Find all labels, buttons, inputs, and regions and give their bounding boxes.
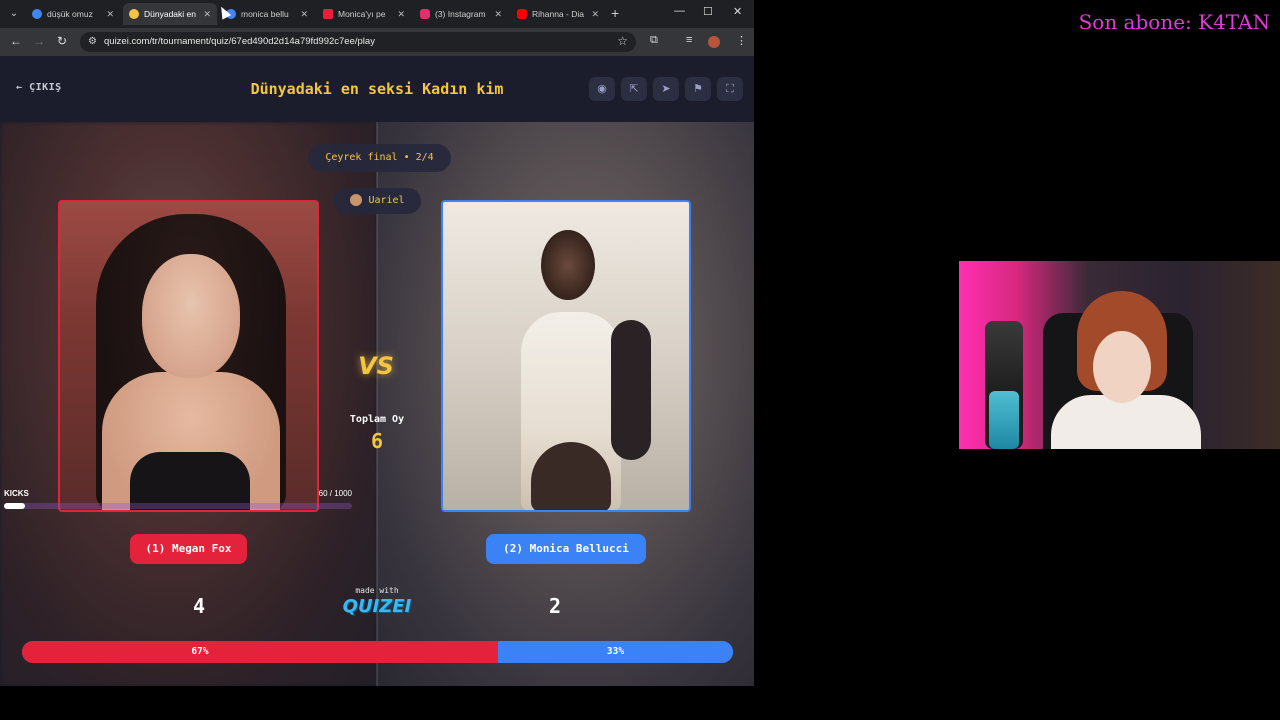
site-info-icon[interactable]: ⚙ [88, 36, 97, 47]
photo-face [142, 254, 240, 378]
streamer-face [1093, 331, 1151, 403]
back-icon[interactable]: ← [10, 34, 22, 48]
quiz-page: ← ÇIKIŞ Dünyadaki en seksi Kadın kim ◉ ⇱… [0, 56, 754, 686]
total-votes-value: 6 [370, 429, 384, 453]
tab-label: monica bellu [241, 9, 289, 19]
extensions-icon[interactable]: ⧉ [650, 34, 658, 47]
menu-icon[interactable]: ⋮ [736, 34, 747, 47]
browser-window: ⌄ düşük omuz ✕ Dünyadaki en ✕ monica bel… [0, 0, 754, 686]
mic-glow [989, 391, 1019, 449]
tab-close-icon[interactable]: ✕ [397, 9, 405, 20]
tab-label: Monica'yı pe [338, 9, 386, 19]
bookmark-star-icon[interactable]: ☆ [617, 34, 628, 48]
new-tab-icon[interactable]: + [611, 5, 619, 21]
tab-2-active[interactable]: Dünyadaki en ✕ [123, 3, 217, 25]
tab-4[interactable]: Monica'yı pe ✕ [317, 3, 411, 25]
result-percent-right: 33% [606, 646, 625, 657]
tab-3[interactable]: monica bellu ✕ [220, 3, 314, 25]
tab-label: Rihanna - Dia [532, 9, 584, 19]
contestant-name-left[interactable]: (1) Megan Fox [130, 534, 247, 564]
minimize-icon[interactable]: — [674, 5, 685, 17]
photo-bag [531, 442, 611, 510]
google-favicon-icon [32, 9, 42, 19]
webcam-feed [959, 261, 1280, 449]
kicks-progress-track [4, 503, 352, 509]
tab-close-icon[interactable]: ✕ [106, 9, 114, 20]
kicks-progress-fill [4, 503, 25, 509]
made-with-label: made with [355, 586, 399, 595]
user-badge: Uariel [334, 188, 421, 214]
kicks-count: 60 / 1000 [318, 489, 352, 498]
forward-icon[interactable]: → [33, 34, 45, 48]
user-name: Uariel [368, 195, 405, 206]
tab-label: (3) Instagram [435, 9, 486, 19]
profile-avatar[interactable] [708, 36, 720, 48]
latest-subscriber-text: Son abone: K4TAN [1078, 10, 1270, 34]
vs-lightning-icon: VS [358, 352, 394, 380]
vote-count-left: 4 [192, 594, 206, 618]
contestant-photo-right [443, 202, 689, 510]
tab-search-icon[interactable]: ⌄ [6, 6, 22, 22]
kicks-label: KICKS [4, 489, 29, 498]
person-body [1051, 395, 1201, 449]
user-avatar [350, 194, 363, 206]
youtube-favicon-icon [517, 9, 527, 19]
result-bar: 67% 33% [22, 641, 733, 663]
round-badge: Çeyrek final • 2/4 [308, 144, 451, 172]
photo-head [541, 230, 595, 300]
quiz-header: ← ÇIKIŞ Dünyadaki en seksi Kadın kim ◉ ⇱… [0, 56, 754, 122]
tab-label: düşük omuz [47, 9, 93, 19]
contestant-name-right[interactable]: (2) Monica Bellucci [486, 534, 646, 564]
contestant-photo-left [60, 202, 317, 510]
flag-icon[interactable]: ⚑ [685, 77, 711, 101]
tab-close-icon[interactable]: ✕ [300, 9, 308, 20]
contestant-card-right[interactable] [441, 200, 691, 512]
total-votes-label: Toplam Oy [349, 414, 405, 425]
reload-icon[interactable]: ↻ [57, 34, 67, 48]
share-icon[interactable]: ⇱ [621, 77, 647, 101]
tab-close-icon[interactable]: ✕ [494, 9, 502, 20]
instagram-favicon-icon [420, 9, 430, 19]
vote-count-right: 2 [548, 594, 562, 618]
quizei-favicon-icon [129, 9, 139, 19]
tab-close-icon[interactable]: ✕ [203, 9, 211, 20]
site-favicon-icon [323, 9, 333, 19]
quizei-logo[interactable]: QUIZEI [340, 596, 414, 617]
eye-icon[interactable]: ◉ [589, 77, 615, 101]
toolbar: ← → ↻ ⚙ quizei.com/tr/tournament/quiz/67… [0, 28, 754, 56]
result-percent-left: 67% [191, 646, 209, 657]
media-icon[interactable]: ≡ [686, 34, 692, 46]
photo-arm [611, 320, 651, 460]
fullscreen-icon[interactable]: ⛶ [717, 77, 743, 101]
tab-1[interactable]: düşük omuz ✕ [26, 3, 120, 25]
maximize-icon[interactable]: ☐ [703, 5, 713, 18]
address-bar[interactable]: ⚙ quizei.com/tr/tournament/quiz/67ed490d… [80, 32, 636, 52]
tab-label: Dünyadaki en [144, 9, 196, 19]
contestant-card-left[interactable] [58, 200, 319, 512]
tab-bar: ⌄ düşük omuz ✕ Dünyadaki en ✕ monica bel… [0, 0, 754, 28]
close-window-icon[interactable]: ✕ [733, 5, 742, 18]
url-text: quizei.com/tr/tournament/quiz/67ed490d2d… [104, 36, 375, 47]
tab-6[interactable]: Rihanna - Dia ✕ [511, 3, 605, 25]
tab-close-icon[interactable]: ✕ [591, 9, 599, 20]
tab-5[interactable]: (3) Instagram ✕ [414, 3, 508, 25]
send-icon[interactable]: ➤ [653, 77, 679, 101]
